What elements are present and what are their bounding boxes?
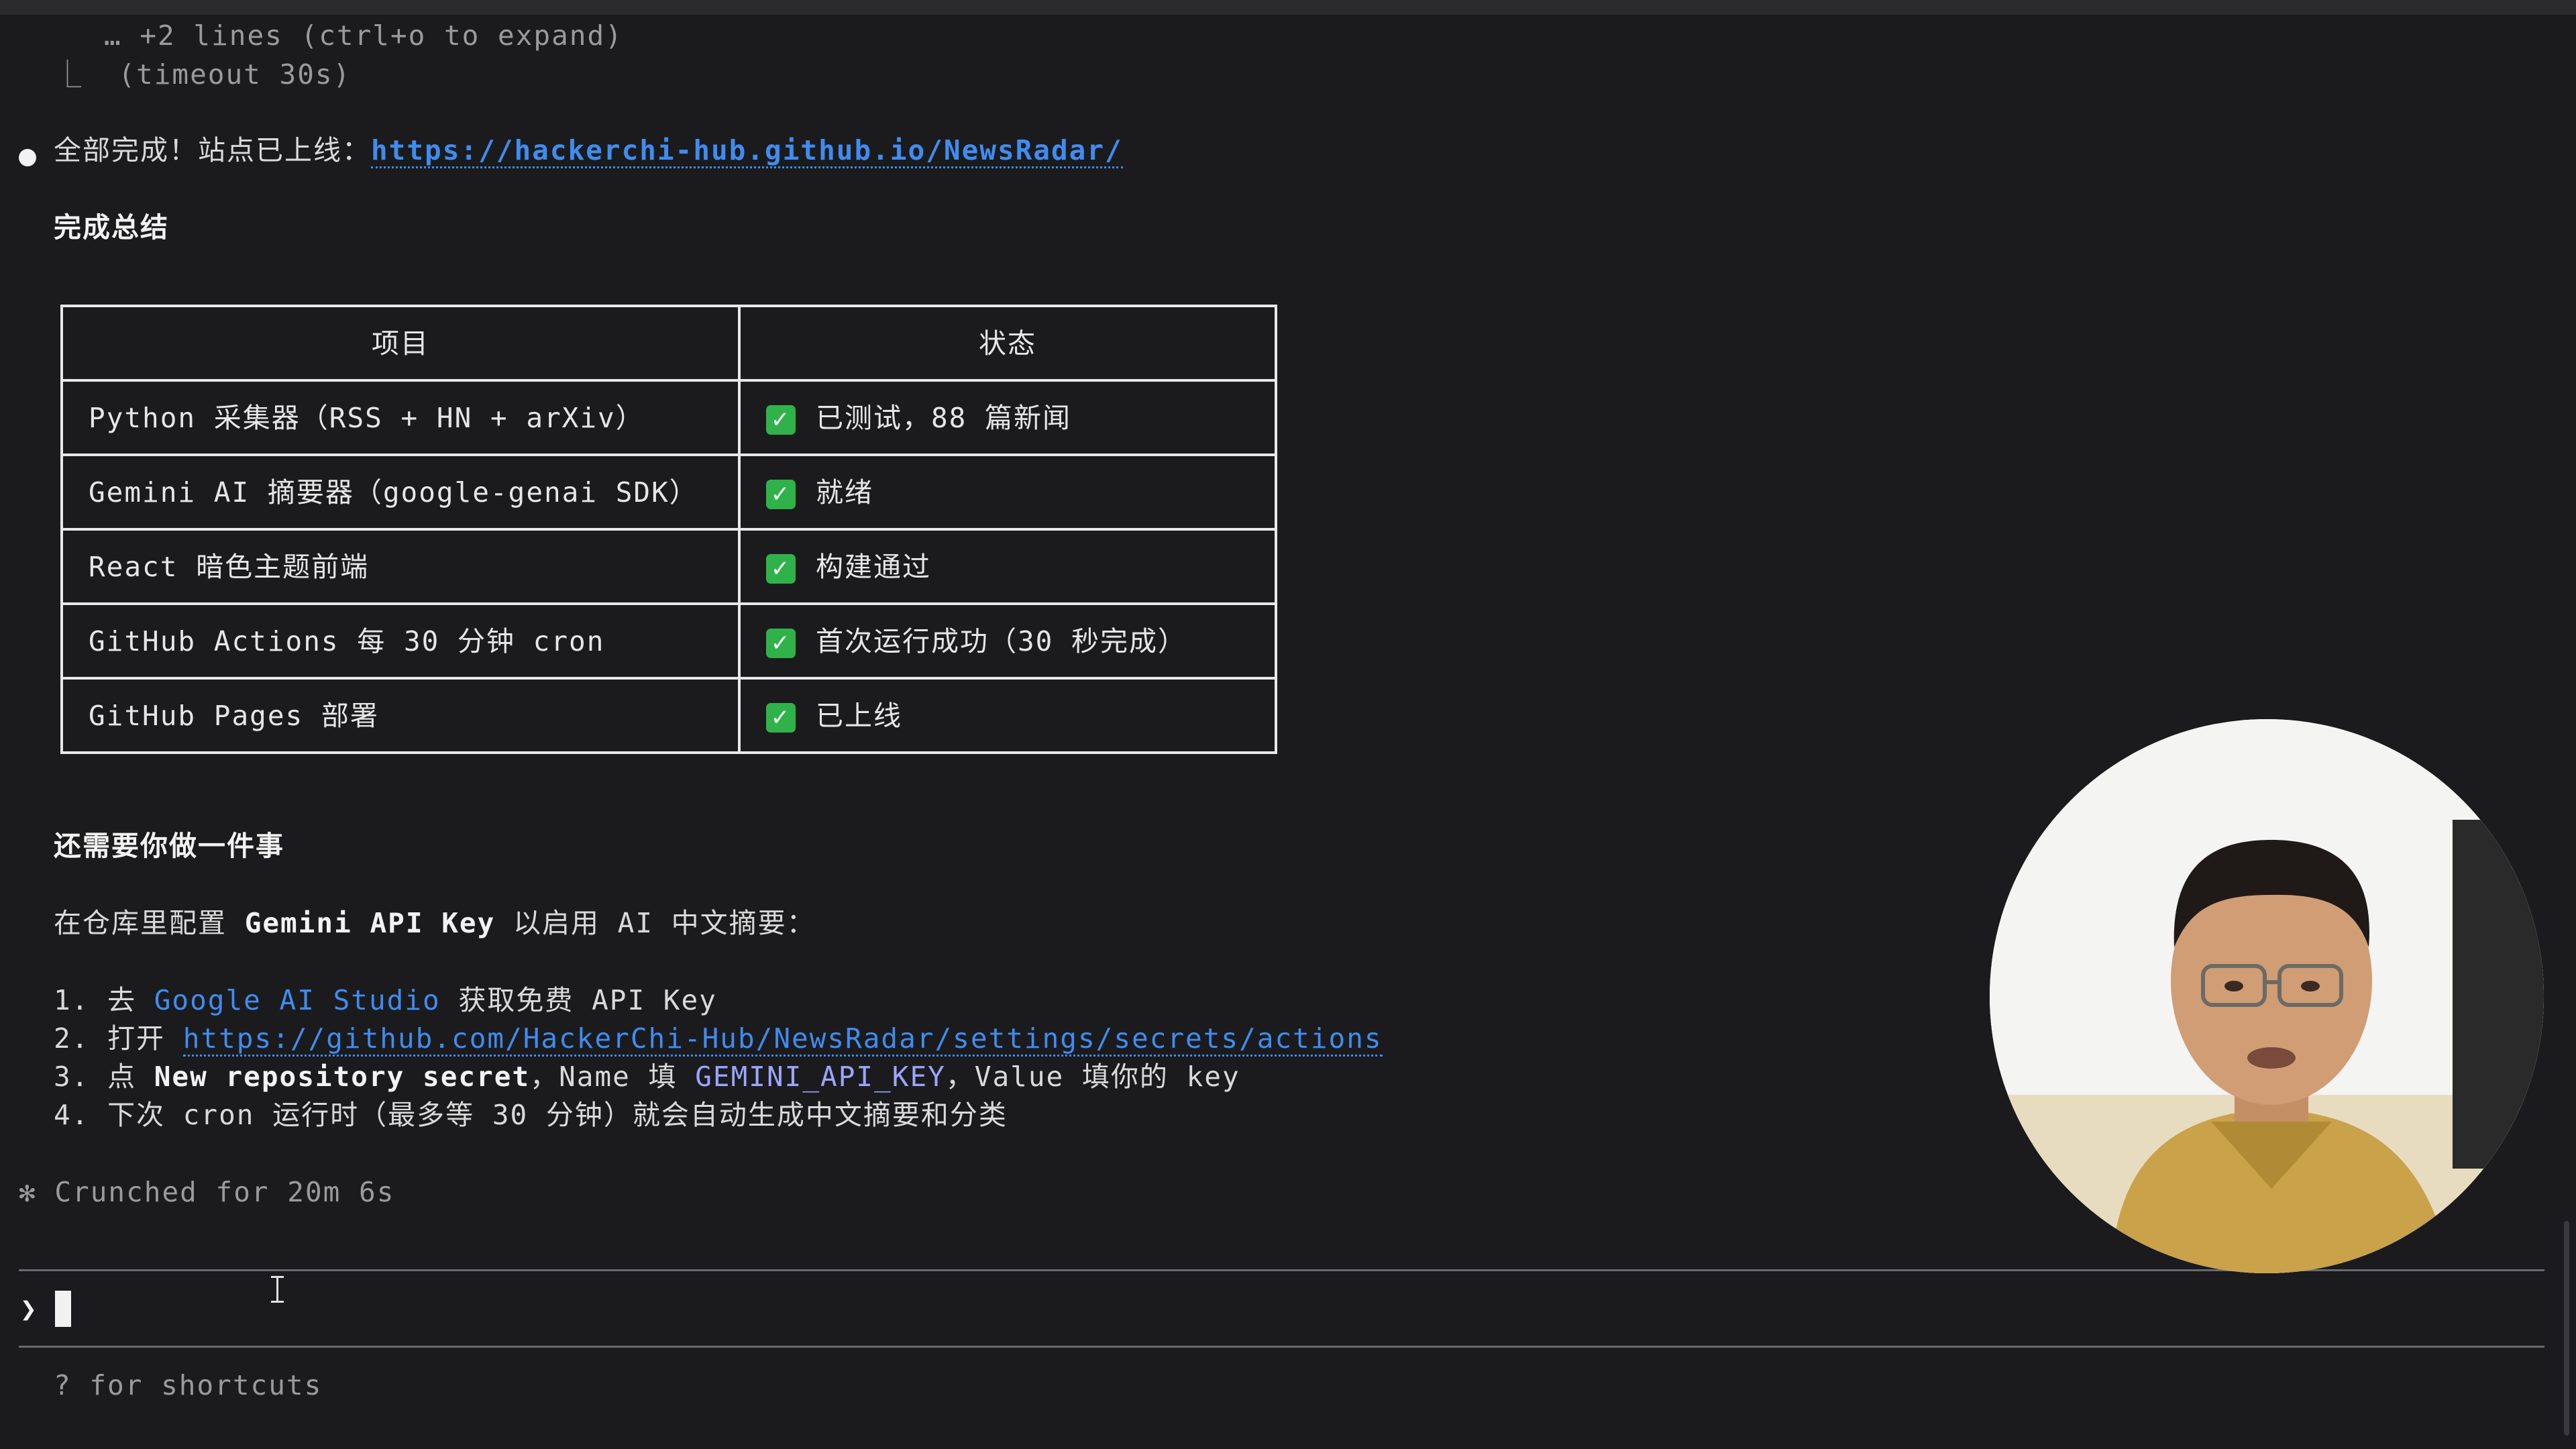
done-text: 全部完成！站点已上线： bbox=[54, 134, 371, 166]
config-key-name: Gemini API Key bbox=[244, 907, 496, 939]
asterisk-spinner-icon: ✻ bbox=[19, 1176, 37, 1208]
step-text: 下次 cron 运行时（最多等 30 分钟）就会自动生成中文摘要和分类 bbox=[107, 1099, 1008, 1131]
table-row: Python 采集器（RSS + HN + arXiv） ✓ 已测试，88 篇新闻 bbox=[60, 379, 1277, 456]
table-header-row: 项目 状态 bbox=[60, 305, 1277, 382]
table-row: React 暗色主题前端 ✓ 构建通过 bbox=[60, 528, 1277, 605]
step-number: 1. bbox=[54, 984, 90, 1016]
env-var-name: GEMINI_API_KEY bbox=[695, 1061, 946, 1093]
todo-heading: 还需要你做一件事 bbox=[54, 830, 284, 862]
table-cell-item: GitHub Pages 部署 bbox=[60, 677, 741, 754]
text-cursor-ibeam-icon bbox=[270, 1275, 284, 1304]
list-item: 3. 点 New repository secret，Name 填 GEMINI… bbox=[54, 1057, 1240, 1096]
window-top-bar bbox=[0, 0, 2576, 15]
step-number: 4. bbox=[54, 1099, 90, 1131]
list-item: 2. 打开 https://github.com/HackerChi-Hub/N… bbox=[54, 1019, 1383, 1058]
table-cell-status: ✓ 已测试，88 篇新闻 bbox=[738, 379, 1277, 456]
done-message: 全部完成！站点已上线：https://hackerchi-hub.github.… bbox=[54, 131, 1123, 170]
config-pre-text: 在仓库里配置 bbox=[54, 907, 245, 939]
record-bullet-icon bbox=[19, 149, 36, 166]
collapsed-output-hint[interactable]: … +2 lines (ctrl+o to expand) bbox=[104, 16, 623, 55]
github-secrets-link[interactable]: https://github.com/HackerChi-Hub/NewsRad… bbox=[182, 1022, 1383, 1057]
check-mark-icon: ✓ bbox=[766, 405, 796, 435]
input-top-divider bbox=[19, 1269, 2544, 1271]
config-instruction: 在仓库里配置 Gemini API Key 以启用 AI 中文摘要： bbox=[54, 904, 816, 943]
summary-table: 项目 状态 Python 采集器（RSS + HN + arXiv） ✓ 已测试，… bbox=[60, 305, 1277, 754]
config-post-text: 以启用 AI 中文摘要： bbox=[495, 907, 816, 939]
table-cell-status: ✓ 就绪 bbox=[738, 453, 1277, 531]
timeout-line: ⎿ (timeout 30s) bbox=[54, 55, 351, 94]
status-text: 已测试，88 篇新闻 bbox=[816, 401, 1072, 434]
table-cell-item: Gemini AI 摘要器（google-genai SDK） bbox=[60, 453, 741, 531]
check-mark-icon: ✓ bbox=[766, 628, 796, 658]
step-text: 打开 bbox=[107, 1022, 183, 1055]
table-header-item: 项目 bbox=[60, 305, 741, 382]
prompt-input-cursor[interactable] bbox=[55, 1291, 71, 1327]
check-mark-icon: ✓ bbox=[766, 553, 796, 584]
site-url-link[interactable]: https://hackerchi-hub.github.io/NewsRada… bbox=[371, 134, 1123, 168]
status-text: 首次运行成功（30 秒完成） bbox=[816, 625, 1187, 657]
presenter-avatar-icon bbox=[1990, 719, 2544, 1273]
table-cell-status: ✓ 首次运行成功（30 秒完成） bbox=[738, 602, 1277, 680]
step-text: 去 bbox=[107, 984, 154, 1016]
status-text: Crunched for 20m 6s bbox=[54, 1176, 395, 1208]
step-text: ，Value 填你的 key bbox=[945, 1061, 1240, 1093]
webcam-presenter-overlay bbox=[1990, 719, 2544, 1273]
table-cell-status: ✓ 已上线 bbox=[738, 677, 1277, 754]
check-mark-icon: ✓ bbox=[766, 702, 796, 733]
prompt-chevron-icon: ❯ bbox=[20, 1293, 37, 1325]
table-cell-item: GitHub Actions 每 30 分钟 cron bbox=[60, 602, 741, 680]
table-header-status: 状态 bbox=[738, 305, 1277, 382]
status-text: 就绪 bbox=[816, 476, 873, 508]
step-number: 2. bbox=[54, 1022, 90, 1055]
table-cell-item: React 暗色主题前端 bbox=[60, 528, 741, 605]
table-row: GitHub Actions 每 30 分钟 cron ✓ 首次运行成功（30 秒… bbox=[60, 602, 1277, 680]
status-text: 已上线 bbox=[816, 699, 902, 732]
status-text: 构建通过 bbox=[816, 550, 931, 583]
table-row: Gemini AI 摘要器（google-genai SDK） ✓ 就绪 bbox=[60, 453, 1277, 531]
summary-heading: 完成总结 bbox=[54, 211, 169, 244]
list-item: 4. 下次 cron 运行时（最多等 30 分钟）就会自动生成中文摘要和分类 bbox=[54, 1095, 1008, 1134]
google-ai-studio-link[interactable]: Google AI Studio bbox=[154, 984, 441, 1016]
table-row: GitHub Pages 部署 ✓ 已上线 bbox=[60, 677, 1277, 754]
shortcuts-hint: ? for shortcuts bbox=[54, 1369, 323, 1401]
new-secret-label: New repository secret bbox=[154, 1061, 531, 1093]
tree-branch-glyph: ⎿ bbox=[54, 58, 83, 91]
step-text: ，Name 填 bbox=[530, 1061, 696, 1093]
step-text: 获取免费 API Key bbox=[440, 984, 717, 1016]
check-mark-icon: ✓ bbox=[766, 479, 796, 509]
timeout-text: (timeout 30s) bbox=[118, 58, 352, 91]
table-cell-item: Python 采集器（RSS + HN + arXiv） bbox=[60, 379, 741, 456]
step-text: 点 bbox=[107, 1061, 154, 1093]
table-cell-status: ✓ 构建通过 bbox=[738, 528, 1277, 605]
status-line: ✻ Crunched for 20m 6s bbox=[19, 1173, 394, 1212]
input-bottom-divider bbox=[19, 1346, 2544, 1348]
list-item: 1. 去 Google AI Studio 获取免费 API Key bbox=[54, 981, 717, 1020]
step-number: 3. bbox=[54, 1061, 90, 1093]
scrollbar[interactable] bbox=[2564, 1221, 2569, 1436]
